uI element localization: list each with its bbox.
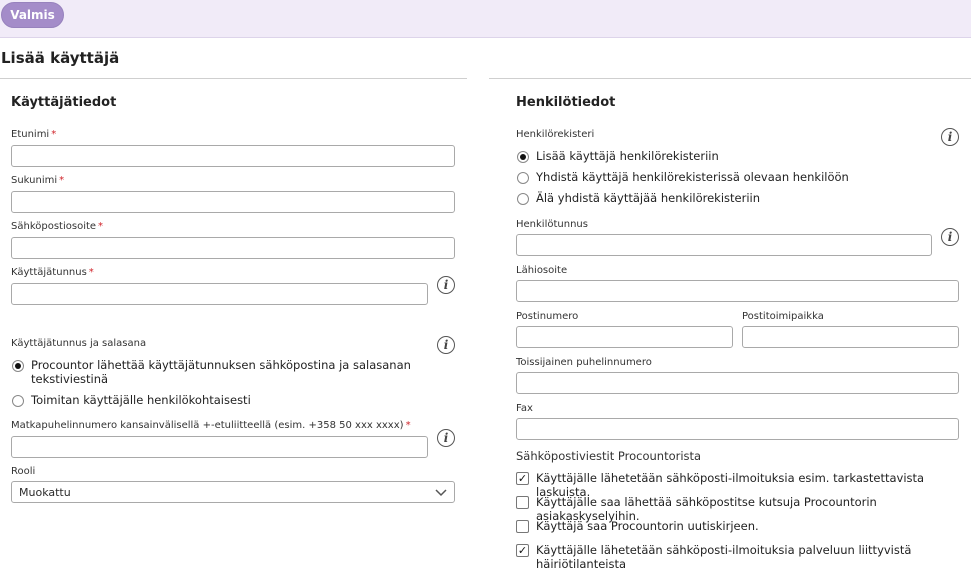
- email-option-newsletter[interactable]: Käyttäjä saa Procountorin uutiskirjeen.: [516, 519, 759, 533]
- ssn-label: Henkilötunnus: [516, 219, 588, 230]
- mobile-input[interactable]: [11, 436, 428, 458]
- top-toolbar: Valmis: [0, 0, 971, 38]
- secondary-phone-input[interactable]: [516, 372, 959, 394]
- registry-option-none[interactable]: Älä yhdistä käyttäjää henkilörekisteriin: [517, 191, 760, 205]
- last-name-label: Sukunimi *: [11, 175, 65, 186]
- required-mark: *: [51, 129, 57, 140]
- credentials-label: Käyttäjätunnus ja salasana: [11, 338, 147, 349]
- city-label: Postitoimipaikka: [742, 311, 824, 322]
- info-icon[interactable]: i: [437, 429, 455, 447]
- info-icon[interactable]: i: [437, 336, 455, 354]
- person-info-title: Henkilötiedot: [516, 95, 616, 110]
- credentials-option-sms[interactable]: Procountor lähettää käyttäjätunnuksen sä…: [12, 358, 432, 386]
- role-label: Rooli: [11, 466, 36, 477]
- registry-option-link[interactable]: Yhdistä käyttäjä henkilörekisterissä ole…: [517, 170, 849, 184]
- username-input[interactable]: [11, 283, 428, 305]
- email-label: Sähköpostiosoite *: [11, 221, 104, 232]
- username-label: Käyttäjätunnus *: [11, 267, 94, 278]
- required-mark: *: [88, 267, 94, 278]
- email-input[interactable]: [11, 237, 455, 259]
- checkbox[interactable]: ✓: [516, 544, 529, 557]
- radio-button[interactable]: [12, 360, 24, 372]
- required-mark: *: [405, 420, 411, 431]
- city-input[interactable]: [742, 326, 959, 348]
- radio-button[interactable]: [517, 172, 529, 184]
- checkbox[interactable]: ✓: [516, 472, 529, 485]
- required-mark: *: [59, 175, 65, 186]
- info-icon[interactable]: i: [437, 276, 455, 294]
- fax-input[interactable]: [516, 418, 959, 440]
- done-button[interactable]: Valmis: [1, 2, 64, 28]
- secondary-phone-label: Toissijainen puhelinnumero: [516, 357, 652, 368]
- first-name-label: Etunimi *: [11, 129, 57, 140]
- emails-label: Sähköpostiviestit Procountorista: [516, 449, 702, 463]
- required-mark: *: [98, 221, 104, 232]
- registry-option-add[interactable]: Lisää käyttäjä henkilörekisteriin: [517, 149, 719, 163]
- registry-label: Henkilörekisteri: [516, 129, 595, 140]
- divider-left: [0, 78, 467, 79]
- checkbox[interactable]: [516, 496, 529, 509]
- radio-button[interactable]: [517, 193, 529, 205]
- role-select[interactable]: Muokattu: [11, 481, 455, 503]
- address-input[interactable]: [516, 280, 959, 302]
- user-info-title: Käyttäjätiedot: [11, 95, 117, 110]
- email-option-incidents[interactable]: ✓ Käyttäjälle lähetetään sähköposti-ilmo…: [516, 543, 916, 571]
- info-icon[interactable]: i: [941, 128, 959, 146]
- radio-button[interactable]: [517, 151, 529, 163]
- radio-button[interactable]: [12, 395, 24, 407]
- checkbox[interactable]: [516, 520, 529, 533]
- credentials-option-personal[interactable]: Toimitan käyttäjälle henkilökohtaisesti: [12, 393, 251, 407]
- last-name-input[interactable]: [11, 191, 455, 213]
- divider-right: [489, 78, 971, 79]
- info-icon[interactable]: i: [941, 228, 959, 246]
- chevron-down-icon: [435, 489, 447, 497]
- page-title: Lisää käyttäjä: [1, 49, 120, 67]
- first-name-input[interactable]: [11, 145, 455, 167]
- role-value: Muokattu: [19, 485, 71, 499]
- address-label: Lähiosoite: [516, 265, 568, 276]
- fax-label: Fax: [516, 403, 533, 414]
- postal-code-input[interactable]: [516, 326, 733, 348]
- mobile-label: Matkapuhelinnumero kansainvälisellä +-et…: [11, 420, 411, 431]
- postal-code-label: Postinumero: [516, 311, 579, 322]
- ssn-input[interactable]: [516, 234, 932, 256]
